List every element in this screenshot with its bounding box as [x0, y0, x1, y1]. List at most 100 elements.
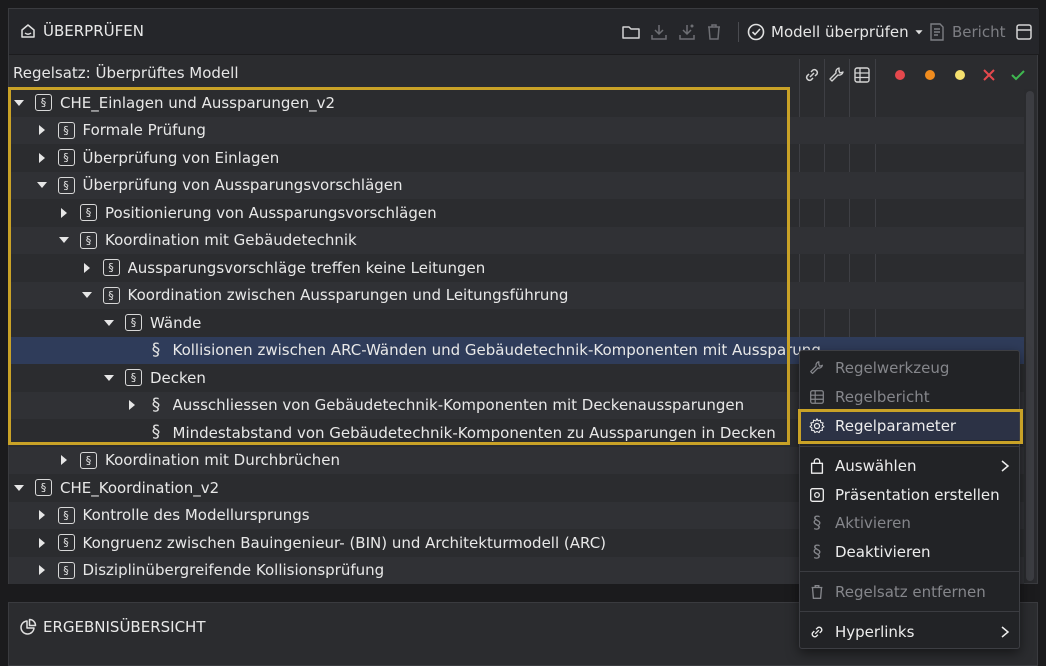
caret-right-icon[interactable] — [36, 152, 48, 164]
context-menu: Regelwerkzeug Regelbericht Regelparamete… — [799, 350, 1020, 649]
checkmark-icon — [1011, 70, 1025, 81]
menu-item-label: Hyperlinks — [835, 623, 915, 641]
ruleset-icon: § — [57, 506, 75, 524]
report-button[interactable]: Bericht — [927, 21, 1006, 43]
tree-row[interactable]: § Koordination zwischen Aussparungen und … — [9, 281, 1024, 309]
column-status-orange[interactable] — [923, 61, 937, 89]
check-circle-icon — [747, 23, 765, 41]
menu-item-deactivate[interactable]: § Deaktivieren — [800, 538, 1019, 566]
tree-row-label: Überprüfung von Aussparungsvorschlägen — [82, 176, 403, 195]
menu-item-hyperlinks[interactable]: Hyperlinks — [800, 618, 1019, 646]
menu-item-create-presentation[interactable]: Präsentation erstellen — [800, 481, 1019, 509]
open-folder-button[interactable] — [621, 21, 641, 43]
menu-item-label: Regelsatz entfernen — [835, 583, 986, 601]
caret-right-icon[interactable] — [36, 509, 48, 521]
import-button[interactable] — [649, 21, 669, 43]
caret-down-icon — [915, 30, 923, 35]
chevron-right-icon — [1001, 626, 1010, 638]
tree-row[interactable]: § Wände — [9, 309, 1024, 337]
wrench-icon — [808, 359, 826, 377]
red-dot-icon — [895, 70, 905, 80]
menu-item-label: Deaktivieren — [835, 543, 931, 561]
ruleset-icon: § — [57, 121, 75, 139]
caret-down-icon[interactable] — [36, 179, 48, 191]
menu-item-remove-ruleset[interactable]: Regelsatz entfernen — [800, 578, 1019, 606]
tree-row-label: Wände — [150, 313, 202, 332]
column-status-red[interactable] — [893, 61, 907, 89]
tree-row-label: Ausschliessen von Gebäudetechnik-Kompone… — [172, 396, 745, 415]
menu-item-label: Präsentation erstellen — [835, 486, 1000, 504]
caret-right-icon[interactable] — [58, 454, 70, 466]
download-icon — [651, 25, 667, 40]
menu-item-activate[interactable]: § Aktivieren — [800, 509, 1019, 537]
column-rule-tool[interactable] — [827, 61, 847, 89]
ruleset-icon: § — [57, 149, 75, 167]
chevron-right-icon — [1001, 460, 1010, 472]
presentation-icon — [808, 486, 826, 504]
pie-chart-icon — [20, 618, 37, 635]
caret-right-icon[interactable] — [58, 207, 70, 219]
caret-right-icon[interactable] — [36, 564, 48, 576]
column-hyperlink[interactable] — [802, 61, 822, 89]
ruleset-icon: § — [102, 259, 120, 277]
trash-icon — [808, 583, 826, 601]
menu-item-rule-parameters[interactable]: Regelparameter — [800, 412, 1019, 440]
link-icon — [808, 623, 826, 641]
column-status-approved[interactable] — [1010, 61, 1026, 89]
menu-item-rule-report[interactable]: Regelbericht — [800, 383, 1019, 411]
caret-down-icon[interactable] — [13, 482, 25, 494]
download-alt-icon — [679, 24, 695, 40]
caret-down-icon[interactable] — [58, 234, 70, 246]
caret-right-icon[interactable] — [126, 399, 138, 411]
folder-icon — [622, 26, 640, 39]
column-status-yellow[interactable] — [953, 61, 967, 89]
review-panel-icon — [21, 24, 35, 38]
ruleset-icon: § — [125, 369, 142, 387]
cross-icon — [983, 69, 995, 81]
caret-right-icon[interactable] — [36, 537, 48, 549]
report-icon — [930, 23, 944, 41]
tree-row[interactable]: § Aussparungsvorschläge treffen keine Lei… — [9, 254, 1024, 282]
rule-icon: § — [151, 339, 161, 360]
ruleset-icon: § — [102, 286, 120, 304]
tree-row-label: Aussparungsvorschläge treffen keine Leit… — [127, 258, 486, 277]
menu-item-label: Auswählen — [835, 457, 917, 475]
export-button[interactable] — [677, 21, 697, 43]
caret-right-icon[interactable] — [36, 124, 48, 136]
trash-icon — [708, 24, 720, 40]
menu-item-label: Aktivieren — [835, 514, 911, 532]
tree-scrollbar[interactable] — [1024, 89, 1036, 583]
tree-row[interactable]: § Formale Prüfung — [9, 116, 1024, 144]
tree-row[interactable]: § Überprüfung von Aussparungsvorschlägen — [9, 171, 1024, 199]
column-status-rejected[interactable] — [981, 61, 997, 89]
scrollbar-thumb[interactable] — [1026, 91, 1034, 581]
caret-down-icon[interactable] — [81, 289, 93, 301]
column-rule-report[interactable] — [852, 61, 872, 89]
caret-down-icon[interactable] — [103, 317, 115, 329]
tree-row-label: Decken — [150, 368, 206, 387]
tree-row-label: Überprüfung von Einlagen — [82, 148, 280, 167]
menu-separator — [800, 446, 1019, 447]
panel-layout-button[interactable] — [1014, 21, 1034, 43]
caret-down-icon[interactable] — [13, 97, 25, 109]
menu-item-label: Regelwerkzeug — [835, 359, 950, 377]
delete-button[interactable] — [704, 21, 724, 43]
tree-row-label: Kollisionen zwischen ARC-Wänden und Gebä… — [172, 341, 821, 360]
window-icon — [1016, 24, 1032, 40]
caret-right-icon[interactable] — [81, 262, 93, 274]
tree-row-label: Koordination zwischen Aussparungen und L… — [127, 286, 569, 305]
menu-item-rule-tool[interactable]: Regelwerkzeug — [800, 354, 1019, 382]
tree-row[interactable]: § Positionierung von Aussparungsvorschläg… — [9, 199, 1024, 227]
toggle-spacer — [126, 427, 138, 439]
tree-row-label: Kontrolle des Modellursprungs — [82, 506, 310, 525]
check-model-button[interactable]: Modell überprüfen — [746, 21, 925, 43]
tree-row[interactable]: § Überprüfung von Einlagen — [9, 144, 1024, 172]
tree-row[interactable]: § Koordination mit Gebäudetechnik — [9, 226, 1024, 254]
tree-row-label: CHE_Koordination_v2 — [60, 478, 220, 497]
caret-down-icon[interactable] — [103, 372, 115, 384]
menu-item-select[interactable]: Auswählen — [800, 452, 1019, 480]
results-panel-title: ERGEBNISÜBERSICHT — [43, 618, 206, 636]
tree-row-label: Kongruenz zwischen Bauingenieur- (BIN) u… — [82, 533, 607, 552]
tree-row[interactable]: § CHE_Einlagen und Aussparungen_v2 — [9, 89, 1024, 117]
tree-row-label: Formale Prüfung — [82, 121, 206, 140]
